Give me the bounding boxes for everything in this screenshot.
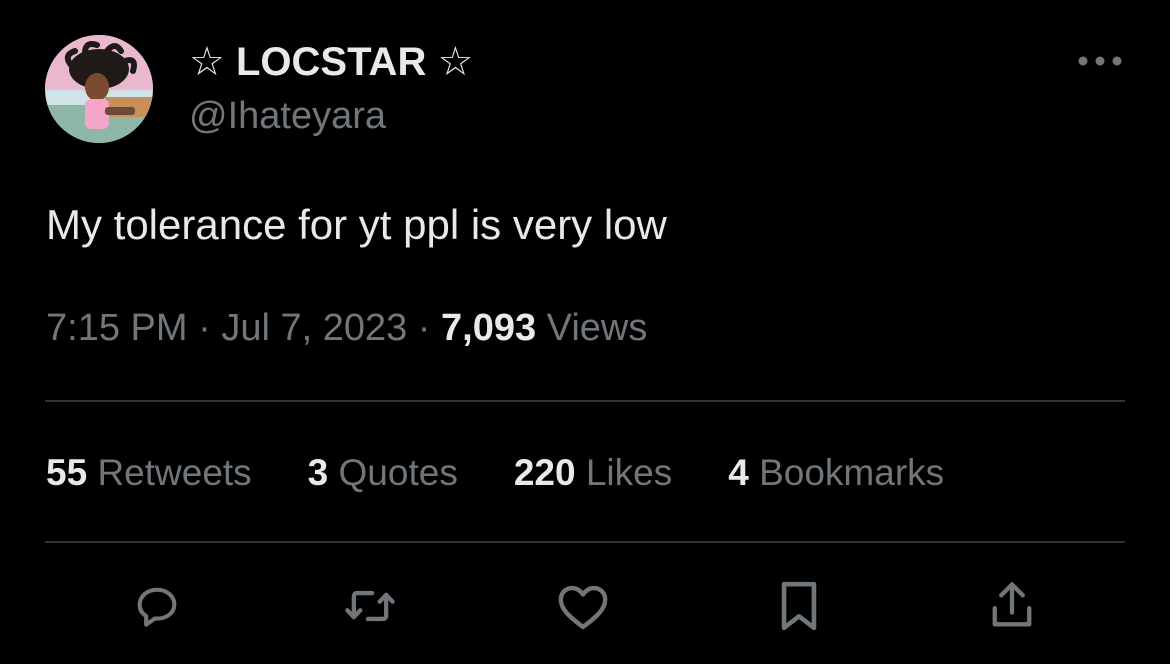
bookmark-button[interactable] [771,578,827,634]
bookmarks-stat[interactable]: 4 Bookmarks [728,450,944,496]
bookmark-icon [781,581,817,631]
tweet-text: My tolerance for yt ppl is very low [46,201,667,248]
divider [45,541,1125,543]
avatar[interactable] [45,35,153,143]
views-count: 7,093 [441,307,537,349]
bookmarks-label: Bookmarks [759,452,945,493]
like-heart-icon [558,585,608,630]
more-options-icon [1078,56,1122,66]
tweet-date[interactable]: Jul 7, 2023 [221,307,407,349]
retweets-label: Retweets [97,452,252,493]
retweets-count: 55 [46,452,88,493]
likes-label: Likes [585,452,673,493]
retweet-button[interactable] [342,578,398,634]
like-button[interactable] [555,578,611,634]
quotes-count: 3 [307,452,329,493]
bookmarks-count: 4 [728,452,749,493]
views-label: Views [546,307,648,349]
engagement-stats: 55 Retweets 3 Quotes 220 Likes 4 Bookmar… [46,450,944,496]
reply-icon [137,587,177,627]
divider [45,400,1125,402]
more-options-button[interactable] [1072,45,1128,77]
meta-separator: · [417,307,431,349]
tweet-container: ☆ LOCSTAR ☆ @Ihateyara My tolerance for … [0,0,1170,664]
retweets-stat[interactable]: 55 Retweets [46,450,252,496]
quotes-stat[interactable]: 3 Quotes [308,450,458,496]
author-handle[interactable]: @Ihateyara [189,93,386,139]
meta-separator: · [198,307,211,349]
likes-stat[interactable]: 220 Likes [514,450,672,496]
likes-count: 220 [513,452,576,493]
share-icon [992,582,1032,627]
author-display-name[interactable]: ☆ LOCSTAR ☆ [189,38,473,86]
tweet-meta: 7:15 PM · Jul 7, 2023 · 7,093 Views [46,305,647,351]
reply-button[interactable] [129,578,185,634]
retweet-icon [345,590,395,622]
quotes-label: Quotes [338,452,458,493]
tweet-time[interactable]: 7:15 PM [46,307,188,349]
share-button[interactable] [984,578,1040,634]
